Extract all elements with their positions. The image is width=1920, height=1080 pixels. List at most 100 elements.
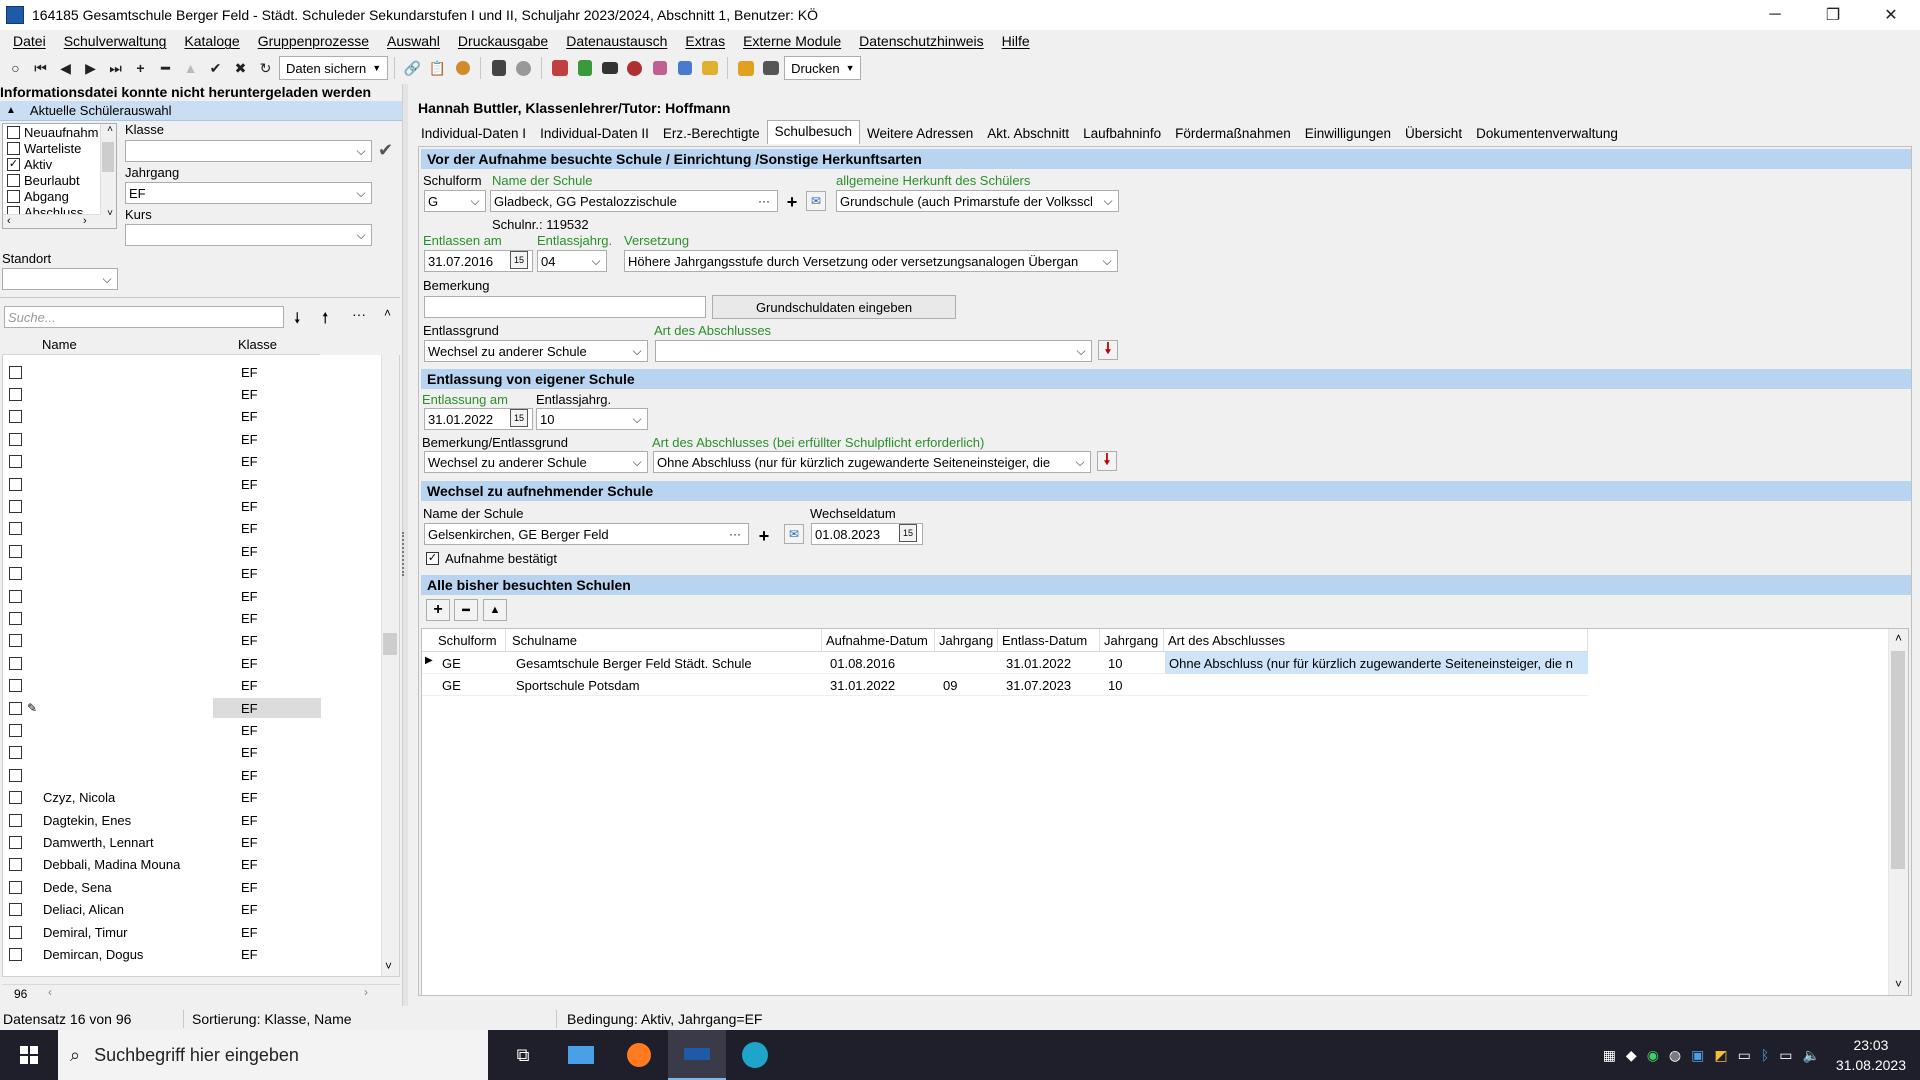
sort-up-icon[interactable]: 🠕 [322, 308, 328, 333]
entlassjahrg-select[interactable]: 04 ⌵ [537, 250, 607, 272]
row-checkbox[interactable] [9, 432, 22, 446]
grundschuldaten-button[interactable]: Grundschuldaten eingeben [712, 295, 956, 319]
cell-entlass-datum[interactable]: 31.07.2023 [1002, 674, 1100, 696]
calendar-icon[interactable]: 15 [510, 251, 528, 269]
menu-kataloge[interactable]: Kataloge [175, 33, 248, 49]
list-item[interactable]: EF [3, 383, 383, 405]
chevron-down-icon[interactable]: ˅ [1895, 977, 1902, 991]
splitter-grip[interactable] [402, 532, 406, 576]
row-checkbox[interactable] [9, 724, 22, 738]
minimize-button[interactable]: ─ [1746, 0, 1804, 30]
edge-icon[interactable] [726, 1030, 784, 1080]
list-item[interactable]: Debbali, Madina Mouna EF [3, 854, 383, 876]
cell-art-abschluss[interactable]: Ohne Abschluss (nur für kürzlich zugewan… [1165, 652, 1588, 674]
row-checkbox[interactable] [9, 522, 22, 536]
list-item[interactable]: EF [3, 719, 383, 741]
arrow-down-red-icon[interactable]: 🠗 [1098, 340, 1118, 360]
row-checkbox[interactable] [9, 544, 22, 558]
chevron-down-icon[interactable]: ⌵ [1098, 191, 1118, 211]
klasse-select[interactable]: ⌵ [125, 140, 372, 162]
envelope-icon[interactable]: ✉ [784, 524, 804, 544]
checkbox[interactable] [7, 141, 20, 155]
warning-icon[interactable] [734, 56, 757, 80]
close-button[interactable]: ✕ [1862, 0, 1920, 30]
col-header-jahrgang[interactable]: Jahrgang [935, 629, 998, 651]
row-checkbox[interactable] [9, 813, 22, 827]
cell-jahrgang[interactable] [939, 652, 999, 674]
row-checkbox[interactable] [9, 634, 22, 648]
list-item[interactable]: EF [3, 518, 383, 540]
remove-row-button[interactable]: ━ [454, 599, 478, 621]
row-checkbox[interactable] [9, 567, 22, 581]
row-checkbox[interactable] [9, 365, 22, 379]
list-item[interactable]: EF [3, 652, 383, 674]
chevron-down-icon[interactable]: ⌵ [351, 183, 371, 203]
prev-record-icon[interactable]: ◀ [54, 56, 77, 80]
list-item[interactable]: Dede, Sena EF [3, 876, 383, 898]
clock[interactable]: 23:03 31.08.2023 [1836, 1035, 1906, 1075]
tab-einwilligungen[interactable]: Einwilligungen [1298, 123, 1398, 144]
list-header-name[interactable]: Name [42, 337, 77, 352]
more-button[interactable]: ··· [725, 524, 745, 544]
taskbar-search[interactable]: ⌕ Suchbegriff hier eingeben [58, 1030, 488, 1080]
add-record-icon[interactable]: + [129, 56, 152, 80]
row-checkbox[interactable] [9, 589, 22, 603]
row-checkbox[interactable] [9, 612, 22, 626]
chevron-down-icon[interactable]: ⌵ [627, 452, 647, 472]
bluetooth-icon[interactable]: ᛒ [1761, 1047, 1769, 1063]
tab-uebersicht[interactable]: Übersicht [1398, 123, 1469, 144]
scrollbar-thumb[interactable] [102, 142, 114, 172]
chevron-up-icon[interactable]: ˄ [107, 124, 113, 135]
print-dropdown[interactable]: Drucken ▼ [784, 56, 862, 80]
row-checkbox[interactable] [9, 791, 22, 805]
list-item[interactable]: EF [3, 764, 383, 786]
scrollbar-thumb[interactable] [1891, 651, 1905, 869]
row-checkbox[interactable] [9, 500, 22, 514]
network-icon[interactable]: ▭ [1738, 1047, 1751, 1064]
row-checkbox[interactable] [9, 656, 22, 670]
chevron-up-icon[interactable]: ˄ [384, 306, 391, 320]
chevron-left-icon[interactable]: ‹ [7, 215, 11, 227]
save-dropdown[interactable]: Daten sichern ▼ [279, 56, 389, 80]
scrollbar-thumb[interactable] [383, 633, 397, 655]
next-record-icon[interactable]: ▶ [79, 56, 102, 80]
firefox-icon[interactable] [610, 1030, 668, 1080]
last-record-icon[interactable]: ⏭ [104, 56, 127, 80]
list-item[interactable]: EF [3, 361, 383, 383]
first-record-icon[interactable]: ⏮ [29, 56, 52, 80]
person-icon[interactable] [451, 56, 474, 80]
cell-jahrgang[interactable]: 09 [939, 674, 999, 696]
more-button[interactable]: ··· [754, 191, 774, 211]
art-abschluss-select[interactable]: ⌵ [655, 340, 1092, 362]
refresh-icon[interactable]: ↻ [254, 56, 277, 80]
tab-individual-daten-2[interactable]: Individual-Daten II [533, 123, 656, 144]
chevron-right-icon[interactable]: › [83, 215, 87, 227]
row-checkbox[interactable] [9, 455, 22, 469]
col-header-aufnahme-datum[interactable]: Aufnahme-Datum [822, 629, 935, 651]
list-item[interactable]: Demircan, Dogus EF [3, 943, 383, 965]
windows-start-icon[interactable] [0, 1030, 58, 1080]
row-checkbox[interactable] [9, 388, 22, 402]
chevron-down-icon[interactable]: ˅ [385, 959, 392, 973]
row-checkbox[interactable] [9, 701, 22, 715]
gear-gray-icon[interactable] [512, 56, 535, 80]
versetzung-select[interactable]: Höhere Jahrgangsstufe durch Versetzung o… [624, 250, 1118, 272]
move-up-button[interactable]: ▲ [483, 599, 507, 621]
tab-erz-berechtigte[interactable]: Erz.-Berechtigte [656, 123, 767, 144]
tools-icon[interactable] [648, 56, 671, 80]
menu-schulverwaltung[interactable]: Schulverwaltung [55, 33, 176, 49]
menu-datei[interactable]: Datei [4, 33, 55, 49]
schulname-field[interactable]: Gladbeck, GG Pestalozzischule [490, 190, 778, 212]
chevron-down-icon[interactable]: ⌵ [1070, 452, 1090, 472]
entlassgrund-select[interactable]: Wechsel zu anderer Schule ⌵ [424, 340, 648, 362]
tray-icon-1[interactable]: ▦ [1603, 1047, 1616, 1064]
menu-extras[interactable]: Extras [676, 33, 734, 49]
battery-icon[interactable]: ▭ [1779, 1047, 1792, 1064]
cell-schulname[interactable]: Gesamtschule Berger Feld Städt. Schule [512, 652, 822, 674]
volume-icon[interactable]: 🔈 [1802, 1047, 1819, 1064]
envelope-icon[interactable]: ✉ [806, 191, 826, 211]
checkbox-checked[interactable]: ✓ [7, 157, 20, 171]
chevron-right-icon[interactable]: › [364, 985, 368, 999]
magic-icon[interactable] [548, 56, 571, 80]
schulform-select[interactable]: G ⌵ [424, 190, 486, 212]
